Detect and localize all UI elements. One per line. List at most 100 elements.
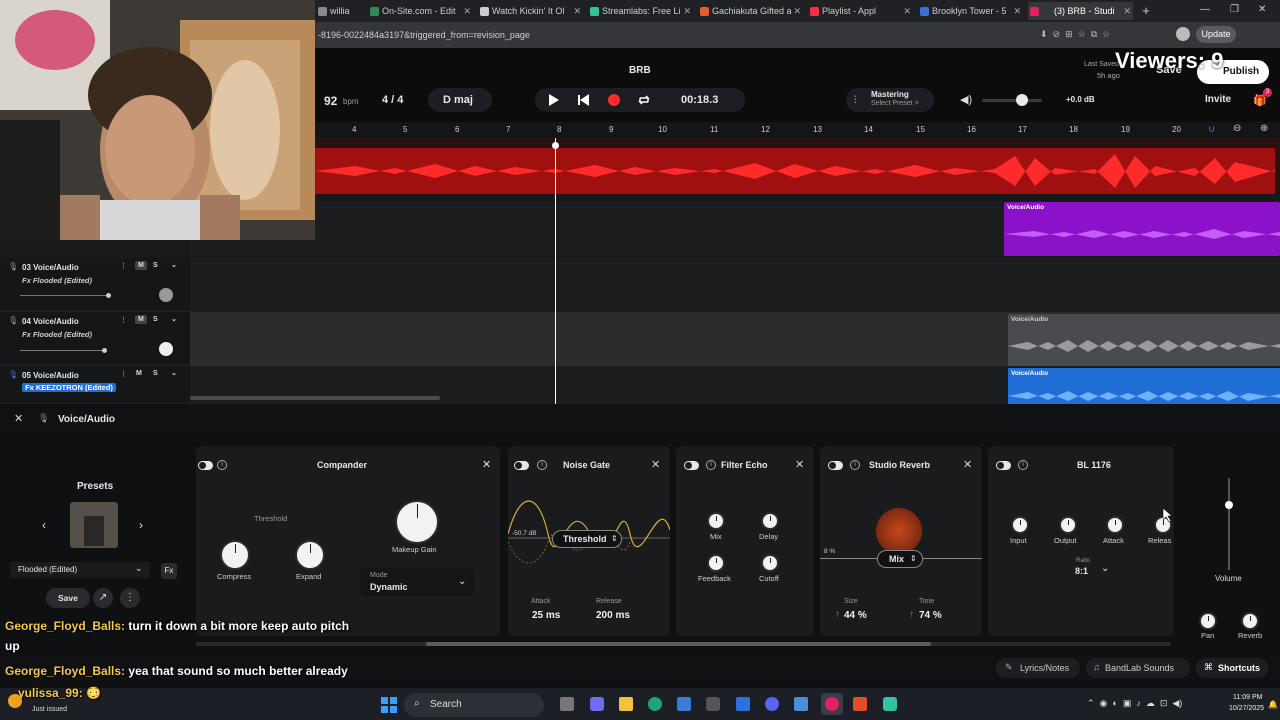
- time-signature[interactable]: 4 / 4: [382, 94, 403, 106]
- chevron-down-icon[interactable]: ⌄: [171, 261, 177, 269]
- horizontal-scrollbar[interactable]: [190, 396, 440, 400]
- tab-close-icon[interactable]: ✕: [1013, 2, 1021, 20]
- makeup-gain-knob[interactable]: [395, 500, 439, 544]
- bl1176-toggle[interactable]: [996, 461, 1011, 470]
- app-icon[interactable]: [853, 697, 867, 711]
- preset-dropdown[interactable]: Flooded (Edited) ⌄: [10, 562, 150, 578]
- grey-audio-clip[interactable]: Voice/Audio: [1008, 314, 1280, 366]
- blue-audio-clip[interactable]: Voice/Audio: [1008, 368, 1280, 404]
- app-icon[interactable]: [794, 697, 808, 711]
- track-header[interactable]: 🎙 05 Voice/Audio Fx KEEZOTRON (Edited) ⋮…: [0, 366, 190, 404]
- playhead-handle[interactable]: [552, 142, 559, 149]
- close-icon[interactable]: ✕: [651, 458, 660, 471]
- preset-next-icon[interactable]: ›: [139, 518, 143, 532]
- discord-icon[interactable]: [765, 697, 779, 711]
- output-knob[interactable]: [1059, 516, 1077, 534]
- project-title[interactable]: BRB: [629, 65, 651, 76]
- feedback-knob[interactable]: [707, 554, 725, 572]
- attack-knob[interactable]: [1106, 516, 1124, 534]
- browser-tab[interactable]: Brooklyn Tower - 5 ✕: [918, 2, 1023, 20]
- noise-gate-toggle[interactable]: [514, 461, 529, 470]
- release-value[interactable]: 200 ms: [596, 610, 630, 621]
- pan-knob[interactable]: [159, 342, 173, 356]
- chevron-down-icon[interactable]: ⌄: [171, 315, 177, 323]
- mute-button[interactable]: M: [135, 315, 147, 324]
- speaker-icon[interactable]: ◀): [960, 93, 972, 106]
- clock-date[interactable]: 10/27/2025: [1229, 705, 1264, 712]
- address-bar-icons[interactable]: ⬇ ⊘ ⊞ ☆ ⧉ ☆: [1040, 29, 1110, 40]
- loop-icon[interactable]: [637, 93, 651, 107]
- new-tab-icon[interactable]: +: [1138, 2, 1154, 20]
- browser-tab[interactable]: Playlist - Appl ✕: [808, 2, 913, 20]
- track-fx-label[interactable]: Fx KEEZOTRON (Edited): [22, 383, 116, 392]
- bandlab-sounds-button[interactable]: ♫ BandLab Sounds: [1086, 658, 1190, 678]
- pan-knob[interactable]: [1199, 612, 1217, 630]
- url-text[interactable]: -8196-0022484a3197&triggered_from=revisi…: [318, 30, 530, 40]
- more-icon[interactable]: ⋮: [120, 316, 127, 324]
- solo-button[interactable]: S: [153, 370, 158, 377]
- track-lane[interactable]: [190, 258, 1280, 312]
- volume-fader[interactable]: [1228, 478, 1230, 570]
- track-fx-label[interactable]: Fx Flooded (Edited): [22, 276, 92, 285]
- mix-knob[interactable]: [707, 512, 725, 530]
- track-volume-slider[interactable]: [20, 350, 105, 351]
- slider-handle[interactable]: [102, 348, 107, 353]
- tray-icons[interactable]: ⌃ ◉ ◐ ▣ ♪ ☁ ⊡ ◀): [1087, 698, 1182, 709]
- tab-close-icon[interactable]: ✕: [573, 2, 581, 20]
- info-icon[interactable]: i: [217, 460, 227, 470]
- delay-knob[interactable]: [761, 512, 779, 530]
- track-volume-slider[interactable]: [20, 295, 110, 296]
- browser-tab-active[interactable]: (3) BRB - Studi ✕: [1028, 2, 1133, 20]
- zoom-out-icon[interactable]: ⊖: [1233, 123, 1241, 134]
- bpm-value[interactable]: 92: [324, 94, 337, 108]
- browser-tab[interactable]: Watch Kickin' It Ol ✕: [478, 2, 583, 20]
- taskbar-search[interactable]: ⌕ Search: [404, 693, 544, 717]
- chevron-down-icon[interactable]: ⌄: [1101, 563, 1109, 574]
- tab-close-icon[interactable]: ✕: [903, 2, 911, 20]
- mute-button[interactable]: M: [136, 370, 142, 377]
- streamlabs-icon[interactable]: [883, 697, 897, 711]
- fx-scroll-thumb[interactable]: [426, 642, 931, 646]
- tab-close-icon[interactable]: ✕: [793, 2, 801, 20]
- invite-button[interactable]: Invite: [1205, 94, 1231, 105]
- cutoff-knob[interactable]: [761, 554, 779, 572]
- browser-tab[interactable]: Streamlabs: Free Li ✕: [588, 2, 693, 20]
- tab-close-icon[interactable]: ✕: [463, 2, 471, 20]
- slider-handle[interactable]: [1016, 94, 1028, 106]
- attack-value[interactable]: 25 ms: [532, 610, 560, 621]
- info-icon[interactable]: i: [706, 460, 716, 470]
- more-icon[interactable]: ⋮: [120, 370, 127, 378]
- purple-audio-clip[interactable]: Voice/Audio: [1004, 202, 1280, 256]
- track-fx-label[interactable]: Fx Flooded (Edited): [22, 330, 92, 339]
- edge-icon[interactable]: [648, 697, 662, 711]
- store-icon[interactable]: [677, 697, 691, 711]
- update-button[interactable]: Update: [1196, 26, 1236, 43]
- threshold-param-selector[interactable]: Threshold ⇕: [552, 530, 622, 548]
- fx-reset-icon[interactable]: Fx: [161, 563, 177, 579]
- minimize-icon[interactable]: —: [1200, 4, 1210, 15]
- mode-dropdown[interactable]: Mode Dynamic ⌄: [360, 568, 474, 596]
- track-header[interactable]: 🎙 04 Voice/Audio Fx Flooded (Edited) ⋮ M…: [0, 312, 190, 366]
- tab-close-icon[interactable]: ✕: [1123, 2, 1131, 20]
- input-knob[interactable]: [1011, 516, 1029, 534]
- notification-bell-icon[interactable]: 🔔: [1268, 700, 1278, 709]
- play-icon[interactable]: [548, 94, 560, 106]
- preset-thumbnail[interactable]: [70, 502, 118, 548]
- mute-button[interactable]: M: [135, 261, 147, 270]
- chevron-down-icon[interactable]: ⌄: [171, 369, 177, 377]
- weather-icon[interactable]: [8, 694, 22, 708]
- lyrics-notes-button[interactable]: ✎ Lyrics/Notes: [996, 658, 1080, 678]
- chrome-active-icon[interactable]: [821, 693, 843, 715]
- preset-prev-icon[interactable]: ‹: [42, 518, 46, 532]
- fx-scroll-track[interactable]: [196, 642, 1171, 646]
- file-explorer-icon[interactable]: [619, 697, 633, 711]
- reverb-knob[interactable]: [1241, 612, 1259, 630]
- compress-knob[interactable]: [220, 540, 250, 570]
- timeline-ruler[interactable]: 4 5 6 7 8 9 10 11 12 13 14 15 16 17 18 1…: [315, 122, 1280, 138]
- mix-param-selector[interactable]: Mix ⇕: [877, 550, 923, 568]
- profile-avatar[interactable]: [1176, 27, 1190, 41]
- record-icon[interactable]: [608, 94, 620, 106]
- playhead-line[interactable]: [555, 138, 556, 404]
- expand-knob[interactable]: [295, 540, 325, 570]
- solo-button[interactable]: S: [153, 262, 158, 269]
